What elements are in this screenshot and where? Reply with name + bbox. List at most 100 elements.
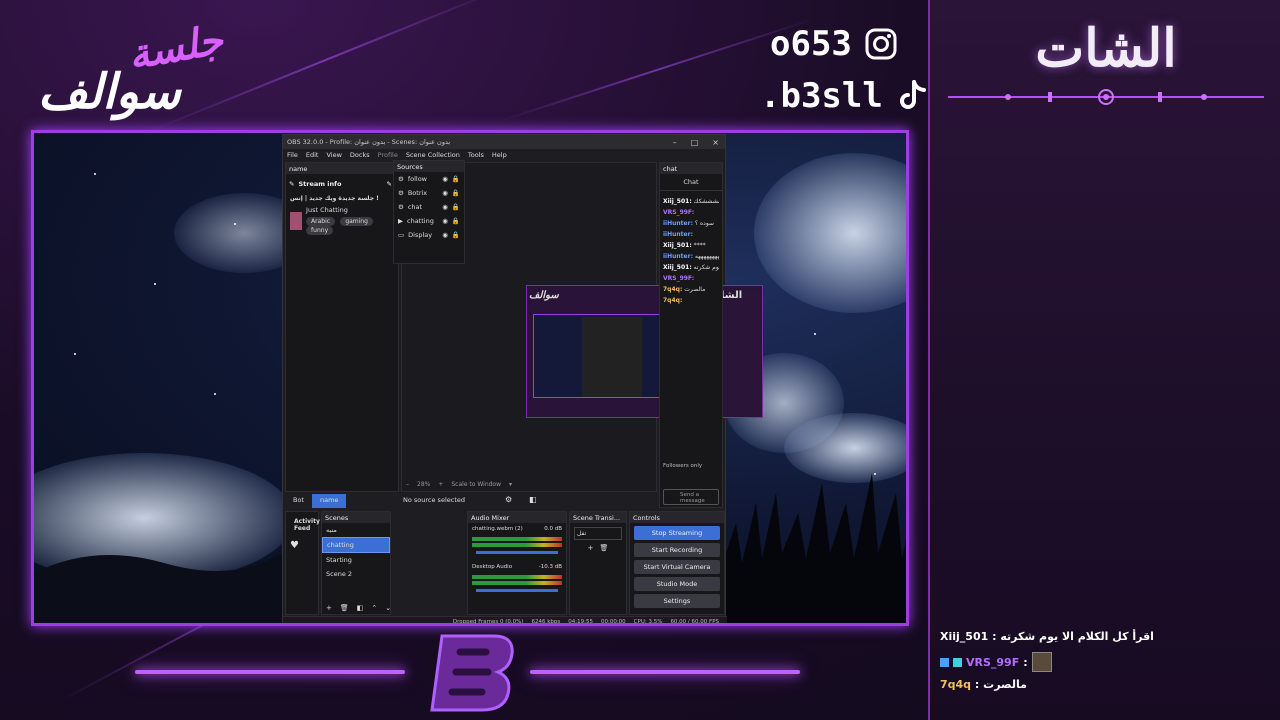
- chat-message-input[interactable]: Send a message: [663, 489, 719, 505]
- chevron-up-icon[interactable]: ⌃: [371, 604, 377, 612]
- bottom-tabs: Bot name: [285, 494, 399, 508]
- menu-edit[interactable]: Edit: [306, 151, 319, 159]
- tab-name[interactable]: name: [312, 494, 347, 508]
- play-icon: ▶: [398, 217, 403, 225]
- audio-channel-db: -10.3 dB: [538, 564, 562, 570]
- activity-feed-label: Activity Feed: [294, 518, 320, 532]
- start-virtual-camera-button[interactable]: Start Virtual Camera: [634, 560, 720, 574]
- brand-b-logo: [430, 634, 514, 712]
- edit-icon[interactable]: ✎: [387, 180, 392, 188]
- menu-docks[interactable]: Docks: [350, 151, 370, 159]
- gear-icon[interactable]: ⚙: [505, 495, 512, 504]
- audio-meter: [472, 575, 562, 579]
- settings-button[interactable]: Settings: [634, 594, 720, 608]
- screen-capture-frame: OBS 32.0.0 - Profile: بدون عنوان - Scene…: [31, 130, 909, 626]
- tag: funny: [306, 226, 334, 235]
- chat-dock-header: chat: [660, 163, 722, 174]
- close-icon[interactable]: ×: [712, 138, 719, 147]
- tab-bot[interactable]: Bot: [285, 494, 312, 508]
- star: [234, 223, 236, 225]
- brand-logo: جلسة سوالف: [18, 16, 258, 120]
- studio-mode-button[interactable]: Studio Mode: [634, 577, 720, 591]
- chat-feed-item: Xiij_501: اقرأ كل الكلام الا يوم شكرته: [663, 264, 719, 271]
- chat-feed-text: مالصرت: [682, 286, 706, 293]
- chevron-down-icon[interactable]: ⌄: [385, 604, 391, 612]
- dock-header: name: [286, 163, 398, 174]
- lock-icon: 🔒: [451, 203, 460, 211]
- transitions-dock: Scene Transi... تفل + 🗑: [569, 511, 627, 615]
- trash-icon[interactable]: 🗑: [599, 544, 608, 552]
- audio-mixer-dock: Audio Mixer chatting.webm (2) 0.0 dB Des…: [467, 511, 567, 615]
- menu-help[interactable]: Help: [492, 151, 507, 159]
- emote-icon: [1031, 652, 1052, 672]
- source-item[interactable]: ⚙ follow ◉ 🔒: [394, 172, 464, 186]
- chat-username: Xiij_501: [940, 630, 989, 643]
- chat-dock: chat Chat Xiij_501: رشششششكك VRS_99F: iiH…: [659, 162, 723, 508]
- menu-file[interactable]: File: [287, 151, 298, 159]
- trash-icon[interactable]: 🗑: [340, 604, 349, 612]
- audio-meter: [472, 581, 562, 585]
- filter-icon[interactable]: ◧: [357, 604, 364, 612]
- tiktok-handle: .b3sll: [760, 76, 929, 116]
- audio-channel-name: chatting.webm (2): [472, 526, 523, 532]
- volume-slider[interactable]: [476, 589, 558, 592]
- chat-tab[interactable]: Chat: [660, 174, 722, 191]
- chat-feed-item: 7q4q: مالصرت: [663, 286, 719, 293]
- transitions-toolbar: + 🗑: [570, 544, 626, 552]
- start-recording-button[interactable]: Start Recording: [634, 543, 720, 557]
- eye-icon: ◉: [442, 203, 448, 211]
- chat-feed-user: VRS_99F:: [663, 209, 695, 216]
- menu-tools[interactable]: Tools: [468, 151, 484, 159]
- dropped-frames: Dropped Frames 0 (0.0%): [452, 619, 524, 625]
- volume-slider[interactable]: [476, 551, 558, 554]
- maximize-icon[interactable]: □: [691, 138, 699, 147]
- stream-category: Just Chatting Arabic gaming funny: [286, 204, 398, 237]
- minimize-icon[interactable]: –: [673, 138, 677, 147]
- tiktok-handle-text: .b3sll: [760, 76, 883, 116]
- menu-profile[interactable]: Profile: [378, 151, 398, 159]
- category-name: Just Chatting: [306, 206, 348, 214]
- eye-icon: ◉: [442, 189, 448, 197]
- transition-select[interactable]: تفل: [574, 527, 622, 540]
- wrench-icon: ✎: [289, 179, 295, 188]
- transitions-header: Scene Transi...: [570, 512, 626, 523]
- menu-scene-collection[interactable]: Scene Collection: [406, 151, 460, 159]
- chat-feed-item: Xiij_501: ****: [663, 242, 719, 249]
- scene-item[interactable]: منبه: [322, 523, 390, 537]
- stream-title: جلسة جديدة ويك جديد | إنس !: [290, 195, 379, 202]
- brand-name-bottom: سوالف: [38, 64, 181, 120]
- instagram-handle: o653: [770, 24, 898, 64]
- audio-meter: [472, 537, 562, 541]
- stop-streaming-button[interactable]: Stop Streaming: [634, 526, 720, 540]
- source-item[interactable]: ▭ Display ◉ 🔒: [394, 228, 464, 242]
- preview-zoom[interactable]: –28% + Scale to Window ▾: [406, 481, 512, 488]
- stream-info-header: ✎ Stream info ✎: [289, 179, 392, 188]
- chat-feed-item: Xiij_501: رشششششكك: [663, 198, 719, 205]
- cloud: [754, 153, 906, 313]
- lock-icon: 🔒: [451, 217, 460, 225]
- chat-feed-user: Xiij_501:: [663, 242, 692, 249]
- hills-silhouette: [34, 553, 282, 623]
- chat-feed: Xiij_501: رشششششكك VRS_99F: iiHunter: سود…: [660, 191, 722, 311]
- source-item[interactable]: ⚙ chat ◉ 🔒: [394, 200, 464, 214]
- menu-view[interactable]: View: [326, 151, 341, 159]
- divider-ornament: [948, 89, 1264, 105]
- chat-feed-item: iiHunter:: [663, 231, 719, 238]
- chat-feed-user: iiHunter:: [663, 231, 693, 238]
- scene-item-selected[interactable]: chatting: [322, 537, 390, 553]
- filter-icon[interactable]: ◧: [529, 495, 537, 504]
- audio-meter: [472, 543, 562, 547]
- chat-feed-item: iiHunter: ههههههههههههههههه: [663, 253, 719, 260]
- source-item[interactable]: ⚙ Botrix ◉ 🔒: [394, 186, 464, 200]
- chat-feed-user: 7q4q:: [663, 286, 683, 293]
- chat-feed-text: سوده ؟: [692, 220, 714, 227]
- source-item[interactable]: ▶ chatting ◉ 🔒: [394, 214, 464, 228]
- add-icon[interactable]: +: [326, 604, 332, 612]
- add-icon[interactable]: +: [588, 544, 594, 552]
- chat-feed-text: ههههههههههههههههه: [694, 253, 719, 260]
- instagram-handle-text: o653: [770, 24, 852, 64]
- audio-channel: Desktop Audio -10.3 dB: [468, 558, 566, 573]
- scene-item[interactable]: Scene 2: [322, 567, 390, 581]
- preview-brand: سوالف: [529, 290, 559, 301]
- scene-item[interactable]: Starting: [322, 553, 390, 567]
